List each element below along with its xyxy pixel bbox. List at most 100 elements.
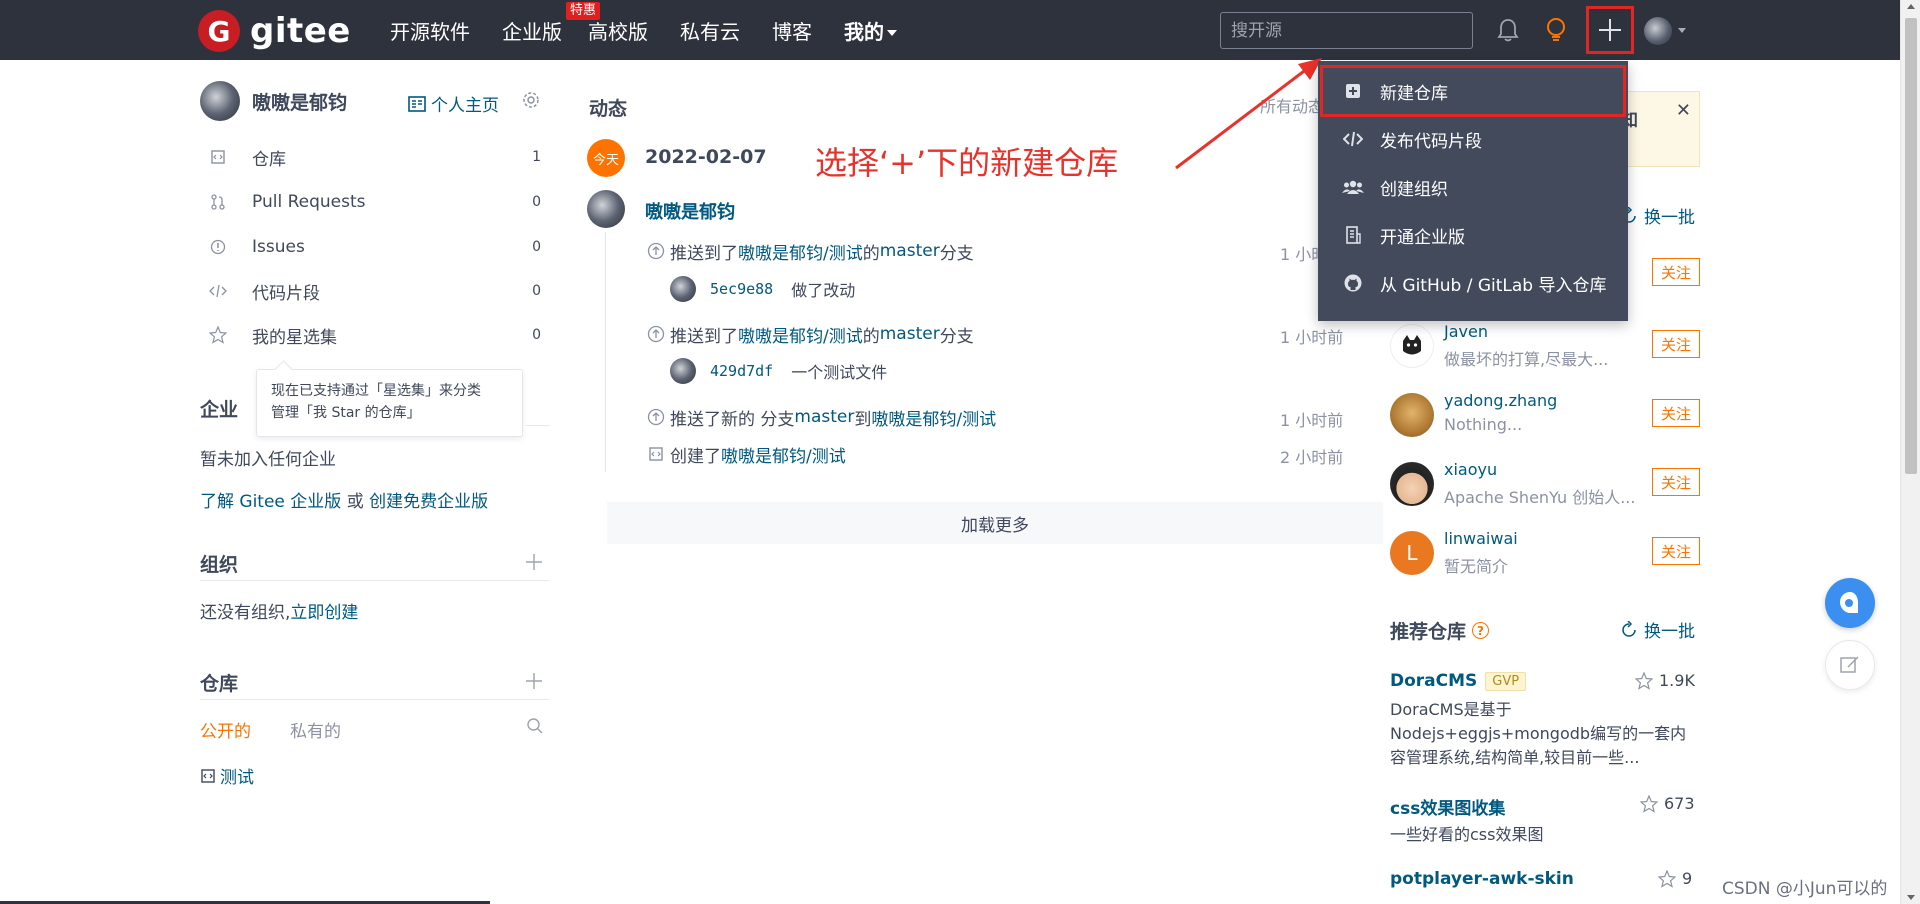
- star-icon: [1640, 794, 1658, 813]
- divider: [200, 699, 550, 700]
- refresh-users-button[interactable]: 换一批: [1620, 203, 1695, 228]
- repo-link-test[interactable]: 测试: [220, 763, 254, 788]
- load-more-button[interactable]: 加载更多: [607, 502, 1383, 544]
- learn-enterprise-link[interactable]: 了解 Gitee 企业版: [200, 492, 341, 512]
- code-icon: [1342, 131, 1364, 147]
- repo-link[interactable]: 嗷嗷是郁钧/测试: [721, 442, 846, 467]
- follow-button[interactable]: 关注: [1652, 258, 1700, 286]
- close-icon[interactable]: ✕: [1676, 100, 1691, 121]
- tab-private[interactable]: 私有的: [290, 717, 341, 742]
- branch-link[interactable]: master: [880, 324, 940, 344]
- sidebar-user-name[interactable]: 嗷嗷是郁钧: [252, 88, 347, 115]
- scroll-up-arrow-icon[interactable]: [1907, 4, 1915, 9]
- commit-sha-link[interactable]: 429d7df: [710, 362, 773, 380]
- repo-link[interactable]: 嗷嗷是郁钧/测试: [738, 322, 863, 347]
- scroll-down-arrow-icon[interactable]: [1907, 895, 1915, 900]
- refresh-repos-button[interactable]: 换一批: [1620, 617, 1695, 642]
- sidebar-item-star-collections[interactable]: 我的星选集 0: [200, 320, 545, 350]
- avatar[interactable]: [200, 81, 240, 121]
- push-icon: [646, 407, 666, 427]
- search-icon[interactable]: [526, 717, 544, 740]
- push-icon: [646, 324, 666, 344]
- star-icon: [208, 326, 228, 344]
- recommended-repo-name[interactable]: DoraCMS GVP: [1390, 671, 1527, 691]
- gitee-logo[interactable]: G gitee: [198, 10, 351, 52]
- repo-link[interactable]: 嗷嗷是郁钧/测试: [871, 405, 996, 430]
- today-badge: 今天: [587, 139, 625, 177]
- search-input[interactable]: [1220, 12, 1473, 49]
- create-plus-button[interactable]: [1586, 6, 1634, 54]
- recommended-repo-name[interactable]: potplayer-awk-skin: [1390, 869, 1574, 889]
- avatar[interactable]: [670, 358, 696, 384]
- menu-item-new-snippet[interactable]: 发布代码片段: [1318, 115, 1628, 163]
- scrollbar-thumb[interactable]: [1905, 18, 1917, 474]
- avatar[interactable]: [1390, 324, 1434, 368]
- gvp-badge: GVP: [1485, 671, 1527, 691]
- nav-blog[interactable]: 博客: [772, 16, 812, 45]
- nav-mine-label: 我的: [844, 19, 884, 44]
- page-scrollbar[interactable]: [1900, 0, 1920, 904]
- star-count[interactable]: 673: [1640, 794, 1695, 813]
- avatar[interactable]: [1390, 462, 1434, 506]
- commit-row: 5ec9e88 做了改动: [670, 276, 855, 302]
- follow-button[interactable]: 关注: [1652, 468, 1700, 496]
- star-count[interactable]: 1.9K: [1635, 671, 1695, 690]
- commit-sha-link[interactable]: 5ec9e88: [710, 280, 773, 298]
- chevron-down-icon: [887, 30, 897, 36]
- help-icon[interactable]: ?: [1472, 622, 1490, 639]
- divider: [200, 580, 550, 581]
- enterprise-links: 了解 Gitee 企业版 或 创建免费企业版: [200, 492, 489, 512]
- user-avatar-menu[interactable]: [1644, 17, 1672, 45]
- activity-item: 推送了新的 分支 master 到 嗷嗷是郁钧/测试: [646, 404, 1346, 430]
- gear-icon[interactable]: [522, 91, 540, 114]
- personal-homepage-link[interactable]: 个人主页: [408, 91, 499, 116]
- follow-button[interactable]: 关注: [1652, 537, 1700, 565]
- feed-title: 动态: [589, 98, 628, 120]
- nav-private-cloud[interactable]: 私有云: [680, 16, 740, 45]
- nav-enterprise[interactable]: 企业版 特惠: [502, 1, 600, 45]
- avatar-chevron-down-icon[interactable]: [1678, 28, 1686, 33]
- branch-link[interactable]: master: [794, 407, 854, 427]
- bell-icon[interactable]: [1492, 14, 1524, 46]
- avatar[interactable]: [1390, 393, 1434, 437]
- feedback-button[interactable]: [1825, 640, 1875, 690]
- add-org-plus-icon[interactable]: [525, 553, 545, 573]
- push-icon: [646, 241, 666, 261]
- sidebar-item-repos[interactable]: 仓库 1: [200, 142, 545, 172]
- follow-button[interactable]: 关注: [1652, 399, 1700, 427]
- nav-campus[interactable]: 高校版: [588, 16, 648, 45]
- star-icon: [1658, 869, 1676, 888]
- star-count[interactable]: 9: [1658, 869, 1692, 888]
- recommended-user: xiaoyu Apache ShenYu 创始人... 关注: [1390, 458, 1700, 508]
- csdn-watermark: CSDN @小Jun可以的: [1722, 879, 1888, 899]
- avatar[interactable]: [587, 190, 625, 228]
- avatar[interactable]: L: [1390, 531, 1434, 575]
- follow-button[interactable]: 关注: [1652, 330, 1700, 358]
- feed-user-name[interactable]: 嗷嗷是郁钧: [645, 198, 735, 224]
- add-repo-plus-icon[interactable]: [525, 672, 545, 692]
- chat-assistant-button[interactable]: [1825, 578, 1875, 628]
- nav-mine[interactable]: 我的: [844, 16, 897, 45]
- recommended-repo-name[interactable]: css效果图收集: [1390, 794, 1505, 819]
- menu-item-import-repo[interactable]: 从 GitHub / GitLab 导入仓库: [1318, 259, 1628, 307]
- lightbulb-icon[interactable]: [1540, 14, 1572, 46]
- sidebar-item-issues[interactable]: Issues 0: [200, 232, 545, 262]
- menu-item-create-org[interactable]: 创建组织: [1318, 163, 1628, 211]
- branch-link[interactable]: master: [880, 241, 940, 261]
- create-org-link[interactable]: 立即创建: [290, 603, 358, 623]
- repo-list-item[interactable]: 测试: [200, 763, 254, 788]
- repo-link[interactable]: 嗷嗷是郁钧/测试: [738, 239, 863, 264]
- enterprise-empty-text: 暂未加入任何企业: [200, 450, 336, 470]
- commit-row: 429d7df 一个测试文件: [670, 358, 887, 384]
- tab-public[interactable]: 公开的: [200, 717, 251, 742]
- sidebar-item-pull-requests[interactable]: Pull Requests 0: [200, 187, 545, 217]
- menu-item-new-repo[interactable]: 新建仓库: [1318, 67, 1628, 115]
- activity-item: 创建了 嗷嗷是郁钧/测试: [646, 441, 1346, 467]
- avatar[interactable]: [670, 276, 696, 302]
- sidebar-item-snippets[interactable]: 代码片段 0: [200, 276, 545, 306]
- code-icon: [208, 283, 228, 299]
- menu-item-enterprise[interactable]: 开通企业版: [1318, 211, 1628, 259]
- create-free-enterprise-link[interactable]: 创建免费企业版: [369, 492, 488, 512]
- nav-open-source[interactable]: 开源软件: [390, 16, 470, 45]
- annotation-text: 选择‘+’下的新建仓库: [815, 144, 1119, 182]
